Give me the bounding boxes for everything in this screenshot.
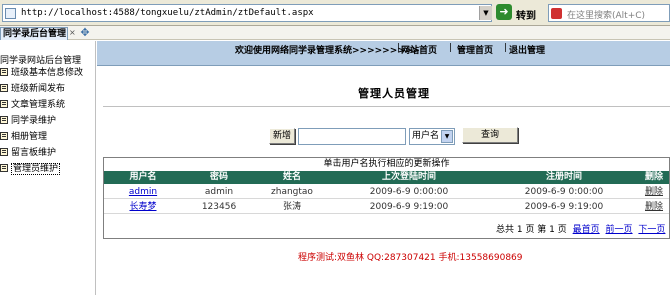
title-divider xyxy=(103,106,670,107)
password-cell: 123456 xyxy=(201,202,237,212)
go-arrow-icon[interactable]: ➜ xyxy=(496,4,512,20)
sidebar-root[interactable]: 同学录网站后台管理 xyxy=(0,53,81,66)
main-header: 欢迎使用网络同学录管理系统>>>>>>>>> | 网站首页 | 管理首页 | 退… xyxy=(97,41,670,66)
header-separator: | xyxy=(397,43,401,53)
register-time-cell: 2009-6-9 9:19:00 xyxy=(524,202,604,212)
column-header-last-login: 上次登陆时间 xyxy=(381,172,436,182)
admin-home-link[interactable]: 管理首页 xyxy=(457,43,493,56)
column-header-delete: 删除 xyxy=(644,172,663,182)
page-icon xyxy=(0,84,8,92)
page-icon xyxy=(0,148,8,156)
tab-active[interactable]: 同学录后台管理 xyxy=(0,27,68,40)
pager-summary: 总共 1 页 第 1 页 xyxy=(496,225,567,235)
column-header-register-time: 注册时间 xyxy=(545,172,582,182)
register-time-cell: 2009-6-9 0:00:00 xyxy=(524,187,604,197)
tab-close-icon[interactable]: × xyxy=(69,27,78,39)
next-page-link[interactable]: 下一页 xyxy=(638,225,665,235)
tab-strip: 同学录后台管理 × ✥ xyxy=(0,26,670,40)
username-link[interactable]: admin xyxy=(108,185,178,199)
table-row: admin admin zhangtao 2009-6-9 0:00:00 20… xyxy=(104,185,669,199)
browser-toolbar: http://localhost:4588/tongxuelu/ztAdmin/… xyxy=(0,0,670,26)
delete-link[interactable]: 删除 xyxy=(642,185,666,199)
page-icon xyxy=(0,164,8,172)
page-icon xyxy=(5,8,16,19)
query-button[interactable]: 查询 xyxy=(462,127,518,143)
column-header-password: 密码 xyxy=(209,172,228,182)
table-header: 用户名 密码 姓名 上次登陆时间 注册时间 删除 xyxy=(104,171,669,184)
search-field-selected: 用户名 xyxy=(412,131,440,141)
last-login-cell: 2009-6-9 0:00:00 xyxy=(369,187,449,197)
site-home-link[interactable]: 网站首页 xyxy=(401,43,437,56)
first-page-link[interactable]: 最首页 xyxy=(573,225,600,235)
welcome-text: 欢迎使用网络同学录管理系统>>>>>>>>> xyxy=(235,46,420,56)
browser-search-box[interactable]: 在这里搜索(Alt+C) xyxy=(548,4,670,22)
browser-search-placeholder[interactable]: 在这里搜索(Alt+C) xyxy=(567,8,645,21)
address-bar[interactable]: http://localhost:4588/tongxuelu/ztAdmin/… xyxy=(2,4,492,22)
sidebar-item-classmates[interactable]: 同学录维护 xyxy=(0,115,56,127)
search-field-select[interactable]: 用户名 ▼ xyxy=(409,128,455,145)
column-header-username: 用户名 xyxy=(129,172,157,182)
page-icon xyxy=(0,132,8,140)
sidebar-item-articles[interactable]: 文章管理系统 xyxy=(0,99,65,111)
header-separator: | xyxy=(504,43,508,53)
page-icon xyxy=(0,100,8,108)
name-cell: 张涛 xyxy=(282,202,301,212)
footer-credits: 程序测试:双鱼林 QQ:287307421 手机:13558690869 xyxy=(298,253,523,263)
address-dropdown-icon[interactable]: ▼ xyxy=(479,6,492,20)
address-text[interactable]: http://localhost:4588/tongxuelu/ztAdmin/… xyxy=(21,8,314,18)
search-engine-icon[interactable] xyxy=(551,8,562,19)
name-cell: zhangtao xyxy=(271,187,313,197)
pager: 总共 1 页 第 1 页 最首页 前一页 下一页 最后 xyxy=(496,222,670,235)
sidebar-item-admins[interactable]: 管理员维护 xyxy=(0,163,61,175)
sidebar-item-class-info[interactable]: 班级基本信息修改 xyxy=(0,67,83,79)
table-row: 长寿梦 123456 张涛 2009-6-9 9:19:00 2009-6-9 … xyxy=(104,200,669,214)
last-login-cell: 2009-6-9 9:19:00 xyxy=(369,202,449,212)
page-title: 管理人员管理 xyxy=(358,87,430,100)
go-button[interactable]: 转到 xyxy=(516,7,536,22)
password-cell: admin xyxy=(204,187,234,197)
chevron-down-icon[interactable]: ▼ xyxy=(441,130,453,143)
delete-link[interactable]: 删除 xyxy=(642,200,666,214)
sidebar: 同学录网站后台管理 班级基本信息修改 班级新闻发布 文章管理系统 同学录维护 相… xyxy=(0,41,96,295)
add-button[interactable]: 新增 xyxy=(269,128,295,144)
column-header-name: 姓名 xyxy=(282,172,301,182)
sidebar-item-class-news[interactable]: 班级新闻发布 xyxy=(0,83,65,95)
username-link[interactable]: 长寿梦 xyxy=(108,200,178,214)
new-tab-icon[interactable]: ✥ xyxy=(79,26,91,39)
search-input[interactable] xyxy=(298,128,406,145)
header-separator: | xyxy=(449,43,453,53)
page-icon xyxy=(0,116,8,124)
page-icon xyxy=(0,68,8,76)
prev-page-link[interactable]: 前一页 xyxy=(606,225,633,235)
table-caption: 单击用户名执行相应的更新操作 xyxy=(323,159,450,169)
logout-link[interactable]: 退出管理 xyxy=(509,43,545,56)
sidebar-item-guestbook[interactable]: 留言板维护 xyxy=(0,147,56,159)
sidebar-item-album[interactable]: 相册管理 xyxy=(0,131,47,143)
